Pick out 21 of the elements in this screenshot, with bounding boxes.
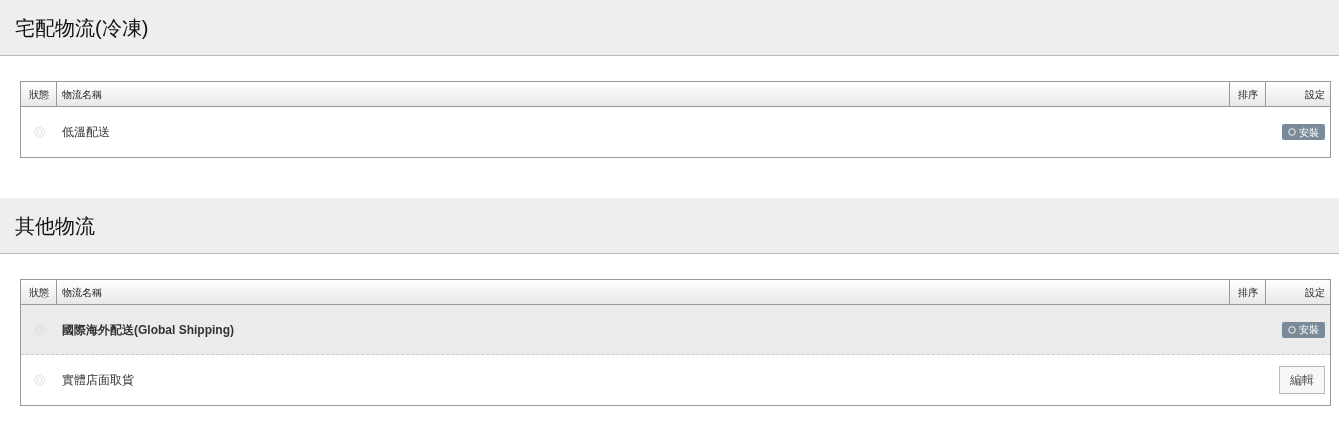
column-header: 物流名稱 xyxy=(62,87,102,102)
column-header: 狀態 xyxy=(28,87,49,102)
edit-button[interactable]: 編輯 xyxy=(1279,366,1325,394)
column-header: 物流名稱 xyxy=(62,285,102,300)
status-radio-icon xyxy=(33,126,45,138)
install-button[interactable]: 安裝 xyxy=(1282,321,1325,338)
shipping-name: 低溫配送 xyxy=(62,125,110,139)
column-header: 設定 xyxy=(1305,87,1325,102)
circle-icon xyxy=(1288,325,1296,334)
column-header: 排序 xyxy=(1237,285,1258,300)
column-header: 狀態 xyxy=(28,285,49,300)
shipping-name: 實體店面取貨 xyxy=(62,373,134,387)
table-row[interactable]: 國際海外配送(Global Shipping) 安裝 xyxy=(21,305,1330,355)
column-header: 設定 xyxy=(1305,285,1325,300)
status-radio-icon xyxy=(33,374,45,386)
section-title: 其他物流 xyxy=(15,213,95,239)
shipping-name: 國際海外配送(Global Shipping) xyxy=(62,322,234,337)
section-title: 宅配物流(冷凍) xyxy=(15,15,149,41)
column-header: 排序 xyxy=(1237,87,1258,102)
circle-icon xyxy=(1288,128,1296,136)
install-button[interactable]: 安裝 xyxy=(1282,124,1325,140)
